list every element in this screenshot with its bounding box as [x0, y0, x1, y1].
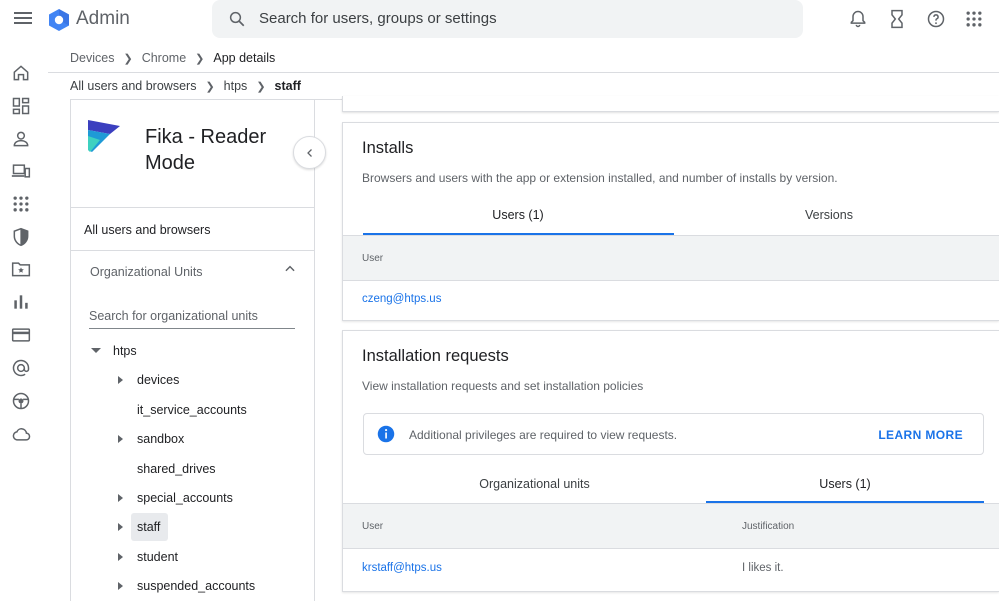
search-input[interactable]: Search for users, groups or settings: [259, 10, 497, 27]
tab-versions[interactable]: Versions: [674, 208, 984, 222]
caret-down-icon[interactable]: [91, 348, 101, 353]
divider: [71, 207, 315, 208]
ou-tree-item-shared-drives[interactable]: shared_drives: [137, 462, 216, 476]
requests-title: Installation requests: [362, 347, 509, 365]
column-header-user: User: [362, 253, 384, 264]
ou-tree-item-staff[interactable]: staff: [137, 520, 160, 534]
privileges-notice: Additional privileges are required to vi…: [363, 413, 984, 455]
ou-breadcrumb-htps[interactable]: htps: [224, 79, 248, 93]
app-title[interactable]: Admin: [76, 8, 130, 30]
security-icon[interactable]: [11, 227, 31, 247]
reporting-icon[interactable]: [11, 292, 31, 312]
breadcrumb-devices[interactable]: Devices: [70, 51, 114, 65]
drive-folder-icon[interactable]: [11, 259, 31, 279]
requests-description: View installation requests and set insta…: [362, 379, 644, 393]
main-menu-icon[interactable]: [12, 9, 34, 29]
ou-tree-item-it-service-accounts[interactable]: it_service_accounts: [137, 403, 247, 417]
installs-card: Installs Browsers and users with the app…: [342, 122, 999, 321]
caret-right-icon[interactable]: [118, 376, 123, 384]
apps-icon[interactable]: [11, 194, 31, 214]
caret-right-icon[interactable]: [118, 582, 123, 590]
column-header-justification: Justification: [742, 521, 795, 532]
rules-icon[interactable]: [11, 391, 31, 411]
cloud-icon[interactable]: [11, 424, 31, 444]
tasks-hourglass-icon[interactable]: [887, 9, 907, 29]
ou-panel: Fika - Reader Mode All users and browser…: [70, 100, 315, 601]
breadcrumb: Devices ❯ Chrome ❯ App details: [70, 51, 275, 65]
previous-card: [342, 96, 999, 112]
request-user-link[interactable]: krstaff@htps.us: [362, 562, 442, 574]
info-icon: [377, 425, 395, 443]
dashboard-icon[interactable]: [11, 96, 31, 116]
divider: [48, 72, 999, 73]
installation-requests-card: Installation requests View installation …: [342, 330, 999, 592]
help-icon[interactable]: [926, 9, 946, 29]
installs-title: Installs: [362, 139, 414, 157]
ou-tree-item-student[interactable]: student: [137, 550, 178, 564]
breadcrumb-app-details: App details: [213, 51, 276, 65]
fika-app-logo: [88, 120, 120, 152]
ou-search-input[interactable]: Search for organizational units: [89, 301, 295, 329]
admin-logo-icon[interactable]: [47, 8, 71, 32]
learn-more-button[interactable]: LEARN MORE: [878, 428, 963, 442]
caret-right-icon[interactable]: [118, 523, 123, 531]
ou-tree-item-special-accounts[interactable]: special_accounts: [137, 491, 233, 505]
billing-icon[interactable]: [11, 325, 31, 345]
tab-organizational-units[interactable]: Organizational units: [363, 477, 706, 491]
ou-heading: Organizational Units: [90, 265, 203, 279]
breadcrumb-chrome[interactable]: Chrome: [142, 51, 186, 65]
top-app-bar: Admin Search for users, groups or settin…: [0, 0, 999, 38]
chevron-up-icon[interactable]: [283, 262, 297, 276]
home-icon[interactable]: [11, 63, 31, 83]
tab-users-requests[interactable]: Users (1): [706, 477, 984, 491]
ou-breadcrumb-staff: staff: [274, 79, 301, 93]
app-name: Fika - Reader Mode: [145, 126, 267, 174]
chevron-right-icon: ❯: [195, 52, 205, 65]
chevron-right-icon: ❯: [123, 52, 133, 65]
ou-tree-item-devices[interactable]: devices: [137, 373, 179, 387]
devices-icon[interactable]: [11, 161, 31, 181]
request-justification: I likes it.: [742, 562, 784, 574]
notifications-icon[interactable]: [848, 9, 868, 29]
chevron-left-icon: [306, 148, 312, 157]
column-header-user: User: [362, 521, 384, 532]
all-users-and-browsers[interactable]: All users and browsers: [84, 223, 210, 237]
ou-tree-item-htps[interactable]: htps: [113, 344, 137, 358]
tab-users[interactable]: Users (1): [363, 208, 673, 222]
collapse-panel-button[interactable]: [293, 136, 326, 169]
account-at-icon[interactable]: [11, 358, 31, 378]
requests-table-header: User Justification: [343, 503, 999, 549]
person-icon[interactable]: [11, 129, 31, 149]
notice-text: Additional privileges are required to vi…: [409, 428, 678, 442]
ou-tree-item-sandbox[interactable]: sandbox: [137, 432, 184, 446]
chevron-right-icon: ❯: [205, 80, 215, 93]
divider: [71, 250, 315, 251]
ou-tree-item-suspended-accounts[interactable]: suspended_accounts: [137, 579, 255, 593]
apps-grid-icon[interactable]: [964, 9, 984, 29]
installs-table-header: User: [343, 235, 999, 281]
search-icon: [229, 11, 245, 27]
search-bar[interactable]: Search for users, groups or settings: [212, 0, 803, 38]
ou-breadcrumb: All users and browsers ❯ htps ❯ staff: [70, 79, 301, 93]
installs-description: Browsers and users with the app or exten…: [362, 171, 838, 185]
caret-right-icon[interactable]: [118, 435, 123, 443]
chevron-right-icon: ❯: [256, 80, 266, 93]
installed-user-link[interactable]: czeng@htps.us: [362, 293, 441, 305]
ou-breadcrumb-all[interactable]: All users and browsers: [70, 79, 196, 93]
caret-right-icon[interactable]: [118, 494, 123, 502]
caret-right-icon[interactable]: [118, 553, 123, 561]
